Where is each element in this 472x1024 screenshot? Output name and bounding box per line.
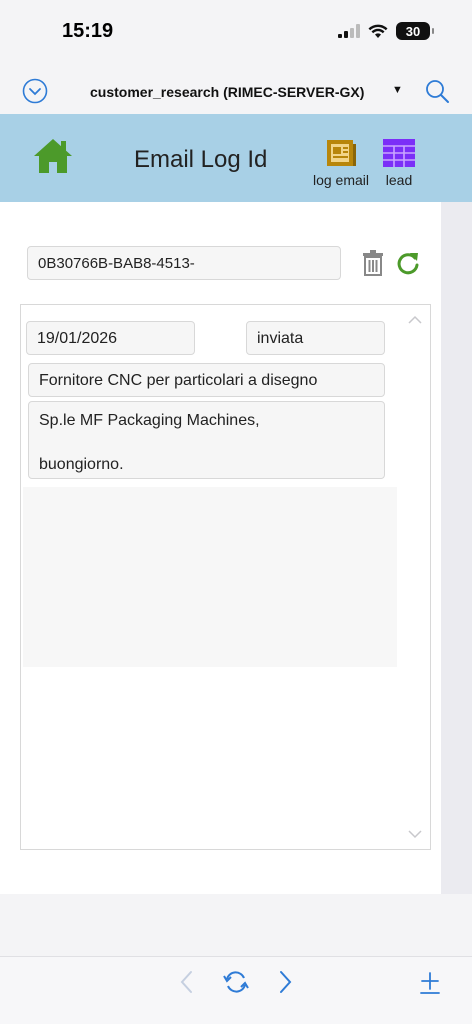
subject-field[interactable]: Fornitore CNC per particolari a disegno <box>28 363 385 397</box>
forward-arrow-icon[interactable] <box>276 969 294 995</box>
body-line: buongiorno. <box>39 456 124 473</box>
wifi-icon <box>368 24 388 38</box>
search-icon[interactable] <box>424 78 450 104</box>
body-field[interactable]: Sp.le MF Packaging Machines, buongiorno. <box>28 401 385 479</box>
home-icon[interactable] <box>32 136 74 176</box>
back-arrow-icon[interactable] <box>178 969 196 995</box>
signal-icon <box>338 24 360 38</box>
page-title: Email Log Id <box>134 146 268 173</box>
battery-indicator: 30 <box>396 22 434 40</box>
main-panel: 0B30766B-BAB8-4513- 19/01/2026 inviata F… <box>0 202 441 894</box>
date-field[interactable]: 19/01/2026 <box>26 321 195 355</box>
email-record-list[interactable]: 19/01/2026 inviata Fornitore CNC per par… <box>20 304 431 850</box>
lead-label: lead <box>385 172 413 188</box>
status-bar: 15:19 30 <box>0 0 472 60</box>
chevron-down-icon[interactable] <box>408 829 422 839</box>
body-blank-line <box>39 432 374 454</box>
log-email-button[interactable]: log email <box>308 138 374 188</box>
lead-button[interactable]: lead <box>380 138 418 188</box>
email-log-id-field[interactable]: 0B30766B-BAB8-4513- <box>27 246 341 280</box>
status-icons: 30 <box>338 20 434 42</box>
caret-down-icon[interactable]: ▼ <box>392 84 403 96</box>
side-strip <box>441 202 472 894</box>
document-icon <box>327 140 356 166</box>
chevron-circle-down-icon[interactable] <box>22 78 48 104</box>
chevron-up-icon[interactable] <box>408 315 422 325</box>
log-email-label: log email <box>312 172 370 188</box>
top-nav: customer_research (RIMEC-SERVER-GX) ▼ <box>0 64 472 114</box>
bottom-toolbar <box>0 956 472 1024</box>
body-line: Sp.le MF Packaging Machines, <box>39 412 260 429</box>
database-title[interactable]: customer_research (RIMEC-SERVER-GX) <box>90 84 390 100</box>
sync-icon[interactable] <box>222 969 250 995</box>
trash-icon[interactable] <box>362 250 384 276</box>
email-content-area <box>23 487 397 667</box>
status-field[interactable]: inviata <box>246 321 385 355</box>
status-time: 15:19 <box>62 20 114 42</box>
page-header: Email Log Id log email lead <box>0 114 472 202</box>
plus-icon[interactable] <box>418 969 442 995</box>
refresh-icon[interactable] <box>396 250 420 276</box>
table-icon <box>383 139 415 167</box>
